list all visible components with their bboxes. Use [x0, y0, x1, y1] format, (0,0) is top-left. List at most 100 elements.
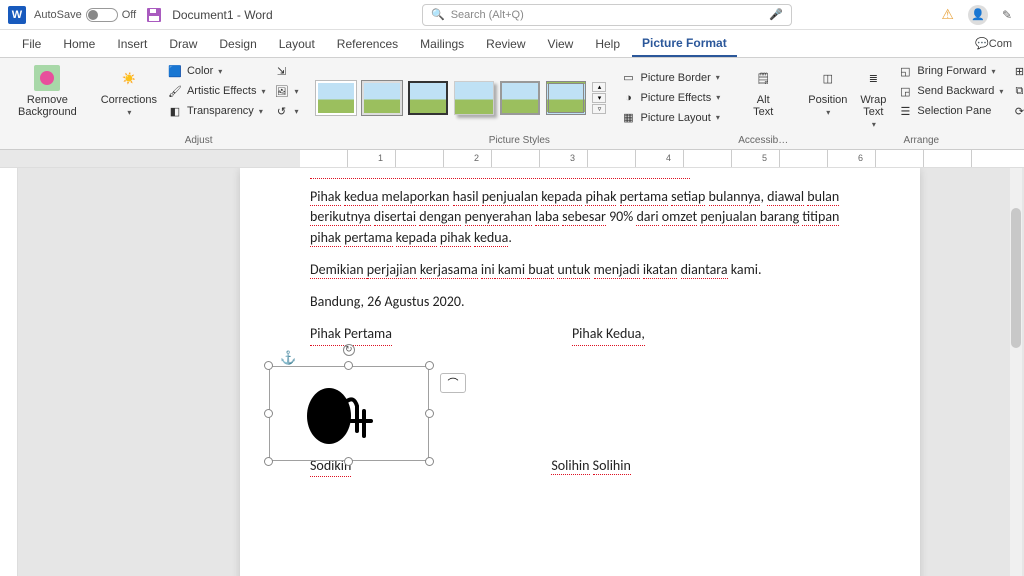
resize-handle-se[interactable]	[425, 457, 434, 466]
bring-fwd-icon: ◱	[897, 63, 913, 79]
save-icon[interactable]	[146, 7, 162, 23]
comments-button[interactable]: 💬 Com	[975, 30, 1012, 57]
document-page[interactable]: Pihak kedua melaporkan hasil penjualan k…	[240, 168, 920, 576]
gallery-down[interactable]: ▾	[592, 93, 606, 103]
tab-review[interactable]: Review	[476, 30, 535, 57]
group-picture-styles: ▴▾▿ ▭Picture Border▾ ◑Picture Effects▾ ▦…	[310, 62, 728, 149]
gallery-more[interactable]: ▿	[592, 104, 606, 114]
align-icon: ⊞	[1011, 63, 1024, 79]
alt-text-icon: 🗒	[749, 64, 777, 92]
arrange-group-label: Arrange	[904, 133, 940, 149]
picture-layout-button[interactable]: ▦Picture Layout▾	[618, 109, 722, 127]
pen-icon[interactable]: ✎	[1002, 8, 1012, 22]
date-line[interactable]: Bandung, 26 Agustus 2020.	[310, 292, 860, 312]
resize-handle-nw[interactable]	[264, 361, 273, 370]
group-accessibility: 🗒 Alt Text Accessib…	[732, 62, 794, 149]
resize-handle-ne[interactable]	[425, 361, 434, 370]
tab-insert[interactable]: Insert	[107, 30, 157, 57]
remove-background-button[interactable]: Remove Background	[14, 62, 81, 120]
signatory-2b[interactable]: Solihin	[593, 457, 631, 475]
ribbon-tabs: File Home Insert Draw Design Layout Refe…	[0, 30, 1024, 58]
rotate-handle[interactable]	[343, 344, 355, 356]
autosave-toggle[interactable]: AutoSave Off	[34, 8, 136, 22]
position-icon: ◫	[814, 64, 842, 92]
anchor-icon[interactable]: ⚓	[280, 350, 296, 366]
corrections-icon: ☀️	[115, 64, 143, 92]
tab-design[interactable]: Design	[209, 30, 266, 57]
group-background: Remove Background	[8, 62, 87, 149]
alt-text-button[interactable]: 🗒 Alt Text	[745, 62, 781, 120]
wrap-text-button[interactable]: ≣ Wrap Text▾	[855, 62, 891, 131]
warning-icon[interactable]: ⚠	[941, 6, 954, 23]
style-thumb-2[interactable]	[362, 81, 402, 115]
tab-draw[interactable]: Draw	[159, 30, 207, 57]
horizontal-ruler[interactable]: 1 2 3 4 5 6	[0, 150, 1024, 168]
tab-mailings[interactable]: Mailings	[410, 30, 474, 57]
autosave-label: AutoSave	[34, 9, 82, 21]
transparency-icon: ◧	[167, 103, 183, 119]
position-button[interactable]: ◫ Position▾	[804, 62, 851, 119]
tab-references[interactable]: References	[327, 30, 408, 57]
tab-picture-format[interactable]: Picture Format	[632, 30, 737, 57]
effects-icon: ◑	[620, 90, 636, 106]
style-thumb-4[interactable]	[454, 81, 494, 115]
style-thumb-5[interactable]	[500, 81, 540, 115]
document-title: Document1 - Word	[172, 8, 272, 22]
artistic-effects-button[interactable]: 🖌Artistic Effects▾	[165, 82, 268, 100]
bring-forward-button[interactable]: ◱Bring Forward▾	[895, 62, 1005, 80]
compress-button[interactable]: ⇲	[271, 62, 300, 80]
corrections-button[interactable]: ☀️ Corrections▾	[97, 62, 161, 119]
search-placeholder: Search (Alt+Q)	[451, 9, 524, 21]
change-picture-button[interactable]: 🖼▾	[271, 82, 300, 100]
style-thumb-3[interactable]	[408, 81, 448, 115]
reset-icon: ↺	[273, 103, 289, 119]
resize-handle-w[interactable]	[264, 409, 273, 418]
reset-picture-button[interactable]: ↺▾	[271, 102, 300, 120]
picture-border-button[interactable]: ▭Picture Border▾	[618, 69, 722, 87]
paragraph-2[interactable]: Demikian perjajian kerjasama ini kami bu…	[310, 260, 860, 280]
tab-layout[interactable]: Layout	[269, 30, 325, 57]
tab-file[interactable]: File	[12, 30, 51, 57]
mic-icon[interactable]: 🎤	[769, 8, 783, 21]
resize-handle-s[interactable]	[344, 457, 353, 466]
scrollbar-thumb[interactable]	[1011, 208, 1021, 348]
party-2-label[interactable]: Pihak Kedua,	[572, 324, 645, 345]
resize-handle-sw[interactable]	[264, 457, 273, 466]
compress-icon: ⇲	[273, 63, 289, 79]
color-button[interactable]: 🟦Color▾	[165, 62, 268, 80]
paragraph-1[interactable]: Pihak kedua melaporkan hasil penjualan k…	[310, 187, 860, 248]
vertical-ruler[interactable]	[0, 168, 18, 576]
align-button[interactable]: ⊞▾	[1009, 62, 1024, 80]
picture-effects-button[interactable]: ◑Picture Effects▾	[618, 89, 722, 107]
style-thumb-1[interactable]	[316, 81, 356, 115]
gallery-up[interactable]: ▴	[592, 82, 606, 92]
vertical-scrollbar[interactable]	[1010, 168, 1022, 576]
party-1-label[interactable]: Pihak Pertama	[310, 324, 392, 345]
style-thumb-6[interactable]	[546, 81, 586, 115]
rotate-button[interactable]: ⟳▾	[1009, 102, 1024, 120]
send-backward-button[interactable]: ◲Send Backward▾	[895, 82, 1005, 100]
adjust-group-label: Adjust	[185, 133, 213, 149]
resize-handle-e[interactable]	[425, 409, 434, 418]
signatory-2a[interactable]: Solihin	[551, 457, 589, 475]
account-avatar[interactable]: 👤	[968, 5, 988, 25]
group-button[interactable]: ⧉▾	[1009, 82, 1024, 100]
signature-image	[299, 381, 399, 451]
tab-help[interactable]: Help	[585, 30, 630, 57]
rotate-icon: ⟳	[1011, 103, 1024, 119]
selected-picture[interactable]	[269, 366, 429, 461]
transparency-button[interactable]: ◧Transparency▾	[165, 102, 268, 120]
search-input[interactable]: 🔍 Search (Alt+Q) 🎤	[422, 4, 792, 26]
title-bar: W AutoSave Off Document1 - Word 🔍 Search…	[0, 0, 1024, 30]
selection-pane-icon: ☰	[897, 103, 913, 119]
layout-options-button[interactable]: ⌒	[440, 373, 466, 393]
picture-styles-gallery[interactable]: ▴▾▿	[316, 81, 606, 115]
access-group-label: Accessib…	[738, 133, 788, 149]
tab-home[interactable]: Home	[53, 30, 105, 57]
tab-view[interactable]: View	[538, 30, 584, 57]
selection-pane-button[interactable]: ☰Selection Pane	[895, 102, 1005, 120]
send-back-icon: ◲	[897, 83, 913, 99]
group-adjust: ☀️ Corrections▾ 🟦Color▾ 🖌Artistic Effect…	[91, 62, 307, 149]
resize-handle-n[interactable]	[344, 361, 353, 370]
toggle-off-icon[interactable]	[86, 8, 118, 22]
